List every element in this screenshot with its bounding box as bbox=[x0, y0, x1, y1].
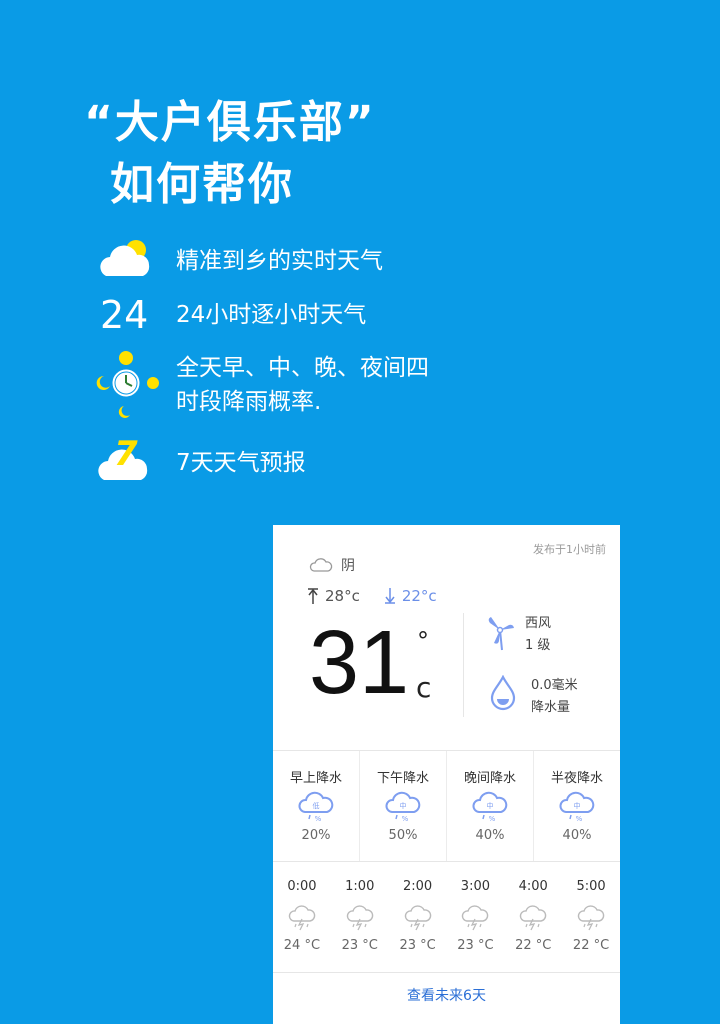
hour-time: 1:00 bbox=[345, 879, 375, 894]
divider bbox=[463, 613, 464, 717]
rain-cloud-icon: 中 % bbox=[447, 790, 533, 826]
hour-item: 0:00 24 °C bbox=[273, 873, 331, 953]
svg-text:%: % bbox=[489, 815, 496, 823]
cloud-seven-icon: 7 bbox=[96, 434, 156, 488]
hours-24-label: 24 bbox=[100, 293, 149, 337]
high-temp-value: 28°c bbox=[325, 587, 360, 605]
headline: “大户俱乐部” 如何帮你 bbox=[84, 92, 376, 216]
thunder-rain-icon bbox=[446, 904, 504, 936]
clock-sun-moon-icon bbox=[96, 350, 159, 420]
precipitation-info: 0.0毫米 降水量 bbox=[489, 674, 578, 715]
headline-line-1: “大户俱乐部” bbox=[84, 97, 376, 148]
high-low: 28°c 22°c bbox=[307, 587, 437, 605]
svg-text:%: % bbox=[576, 815, 583, 823]
period-percent: 50% bbox=[388, 828, 418, 843]
period-morning: 早上降水 低 % 20% bbox=[273, 751, 360, 861]
period-percent: 40% bbox=[475, 828, 505, 843]
published-time: 发布于1小时前 bbox=[533, 543, 606, 556]
rain-cloud-icon: 中 % bbox=[360, 790, 446, 826]
period-name: 半夜降水 bbox=[550, 771, 603, 786]
wind-level: 1 级 bbox=[525, 638, 551, 653]
svg-text:中: 中 bbox=[574, 801, 581, 810]
headline-line-2: 如何帮你 bbox=[110, 159, 294, 210]
thunder-rain-icon bbox=[389, 904, 447, 936]
hour-temp: 22 °C bbox=[572, 938, 610, 953]
wind-direction: 西风 bbox=[525, 616, 552, 631]
hour-time: 4:00 bbox=[518, 879, 548, 894]
temp-unit: c bbox=[416, 671, 432, 704]
divider bbox=[273, 972, 620, 973]
svg-text:%: % bbox=[402, 815, 409, 823]
period-name: 晚间降水 bbox=[463, 771, 516, 786]
period-name: 下午降水 bbox=[376, 771, 429, 786]
wind-turbine-icon bbox=[488, 617, 514, 651]
hour-temp: 24 °C bbox=[283, 938, 321, 953]
feature-text: 24小时逐小时天气 bbox=[176, 302, 367, 328]
feature-hourly: 24 24小时逐小时天气 bbox=[96, 290, 366, 340]
hour-time: 0:00 bbox=[287, 879, 317, 894]
thunder-rain-icon bbox=[273, 904, 331, 936]
low-temp: 22°c bbox=[384, 587, 437, 605]
hours-24-icon: 24 bbox=[96, 290, 156, 340]
feature-text: 精准到乡的实时天气 bbox=[176, 248, 383, 274]
precip-labels: 0.0毫米 降水量 bbox=[531, 675, 578, 719]
cloud-sun-icon bbox=[96, 236, 156, 286]
hour-item: 3:00 23 °C bbox=[446, 873, 504, 953]
thunder-rain-icon bbox=[331, 904, 389, 936]
rain-cloud-icon: 低 % bbox=[273, 790, 359, 826]
period-percent: 40% bbox=[562, 828, 592, 843]
hour-temp: 23 °C bbox=[341, 938, 378, 953]
precip-amount: 0.0毫米 bbox=[531, 678, 578, 693]
feature-realtime: 精准到乡的实时天气 bbox=[96, 236, 383, 286]
high-temp: 28°c bbox=[307, 587, 360, 605]
hour-temp: 23 °C bbox=[457, 938, 494, 953]
hourly-forecast: 0:00 24 °C 1:00 23 °C 2:00 23 °C 3:00 23… bbox=[273, 873, 620, 953]
wind-info: 西风 1 级 bbox=[485, 615, 551, 655]
feature-7day: 7 7天天气预报 bbox=[96, 434, 306, 488]
condition-label: 阴 bbox=[341, 558, 355, 574]
feature-periods: 全天早、中、晚、夜间四 时段降雨概率. bbox=[96, 350, 429, 420]
arrow-up-icon bbox=[308, 588, 318, 604]
cloud-icon bbox=[309, 558, 333, 572]
period-precip-row: 早上降水 低 % 20% 下午降水 中 % 50% 晚间降水 中 % 40% 半… bbox=[273, 751, 620, 861]
current-temp: 31 bbox=[309, 613, 410, 713]
period-percent: 20% bbox=[301, 828, 331, 843]
hour-time: 3:00 bbox=[460, 879, 490, 894]
current-condition: 阴 bbox=[309, 555, 355, 575]
wind-labels: 西风 1 级 bbox=[525, 613, 551, 657]
hour-time: 5:00 bbox=[576, 879, 606, 894]
hour-temp: 23 °C bbox=[399, 938, 436, 953]
divider bbox=[273, 861, 620, 862]
thunder-rain-icon bbox=[504, 904, 562, 936]
rain-cloud-icon: 中 % bbox=[534, 790, 620, 826]
degree-symbol: ° bbox=[417, 627, 429, 655]
weather-card: 发布于1小时前 阴 28°c 22°c 31 ° c 西风 1 级 0.0毫米 … bbox=[273, 525, 620, 1024]
svg-text:低: 低 bbox=[313, 801, 320, 810]
feature-text: 7天天气预报 bbox=[176, 450, 306, 476]
hour-item: 2:00 23 °C bbox=[389, 873, 447, 953]
period-evening: 晚间降水 中 % 40% bbox=[447, 751, 534, 861]
hour-item: 5:00 22 °C bbox=[562, 873, 620, 953]
precip-label: 降水量 bbox=[531, 700, 571, 715]
view-next-6-days-link[interactable]: 查看未来6天 bbox=[273, 985, 620, 1005]
seven-label: 7 bbox=[114, 434, 138, 474]
water-drop-icon bbox=[490, 674, 516, 711]
period-name: 早上降水 bbox=[289, 771, 342, 786]
hour-temp: 22 °C bbox=[515, 938, 552, 953]
hour-time: 2:00 bbox=[402, 879, 433, 894]
svg-text:%: % bbox=[315, 815, 322, 823]
svg-text:中: 中 bbox=[487, 801, 494, 810]
hour-item: 1:00 23 °C bbox=[331, 873, 389, 953]
svg-text:中: 中 bbox=[400, 801, 407, 810]
hour-item: 4:00 22 °C bbox=[504, 873, 562, 953]
period-afternoon: 下午降水 中 % 50% bbox=[360, 751, 447, 861]
feature-text: 全天早、中、晚、夜间四 时段降雨概率. bbox=[176, 355, 429, 415]
arrow-down-icon bbox=[384, 588, 395, 604]
period-midnight: 半夜降水 中 % 40% bbox=[534, 751, 620, 861]
thunder-rain-icon bbox=[562, 904, 620, 936]
low-temp-value: 22°c bbox=[401, 587, 437, 605]
